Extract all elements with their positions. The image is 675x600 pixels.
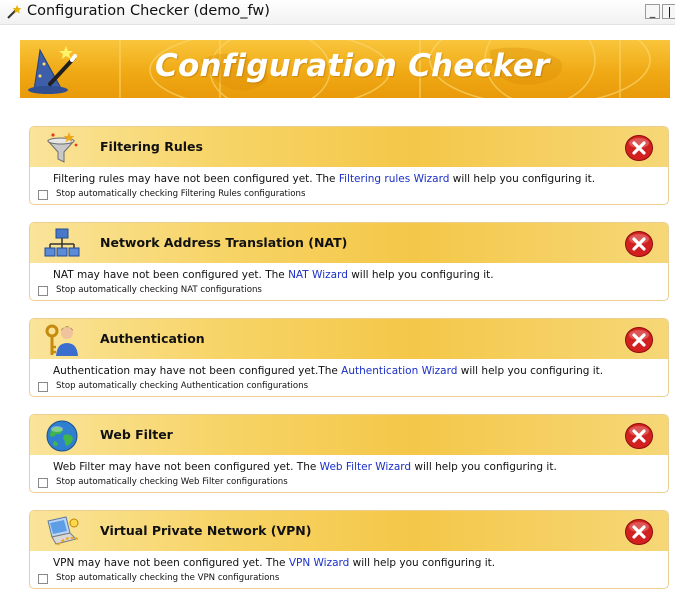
header-banner: Configuration Checker [20,40,670,98]
section-header: Web Filter [30,415,668,455]
section-nat: Network Address Translation (NAT) NAT ma… [29,222,669,301]
stop-checking-checkbox[interactable] [38,574,48,584]
stop-checking-checkbox[interactable] [38,190,48,200]
section-title: Virtual Private Network (VPN) [100,523,312,538]
message-text: Authentication may have not been configu… [53,365,342,377]
section-message: NAT may have not been configured yet. Th… [53,269,494,281]
message-text-end: will help you configuring it. [449,173,596,185]
stop-checking-checkbox[interactable] [38,478,48,488]
section-header: Network Address Translation (NAT) [30,223,668,263]
wizard-wand-icon [7,5,22,19]
globe-icon [46,420,78,452]
section-message: Filtering rules may have not been config… [53,173,595,185]
nat-wizard-link[interactable]: NAT Wizard [288,269,348,281]
message-text: VPN may have not been configured yet. Th… [53,557,289,569]
vpn-wizard-link[interactable]: VPN Wizard [289,557,350,569]
message-text-end: will help you configuring it. [457,365,604,377]
section-web-filter: Web Filter Web Filter may have not been … [29,414,669,493]
banner-title: Configuration Checker [155,48,550,84]
section-header: Authentication [30,319,668,359]
minimize-button[interactable]: _ [645,4,660,19]
vpn-laptop-icon [47,516,79,546]
dismiss-close-icon[interactable] [624,518,654,546]
stop-checking-checkbox[interactable] [38,286,48,296]
web-filter-wizard-link[interactable]: Web Filter Wizard [320,461,411,473]
message-text-end: will help you configuring it. [349,557,496,569]
stop-checking-label[interactable]: Stop automatically checking Authenticati… [56,381,308,391]
section-title: Network Address Translation (NAT) [100,235,348,250]
window-title: Configuration Checker (demo_fw) [27,3,270,19]
authentication-wizard-link[interactable]: Authentication Wizard [341,365,457,377]
dismiss-close-icon[interactable] [624,422,654,450]
stop-checking-label[interactable]: Stop automatically checking NAT configur… [56,285,262,295]
section-title: Authentication [100,331,205,346]
stop-checking-label[interactable]: Stop automatically checking Web Filter c… [56,477,288,487]
message-text: Filtering rules may have not been config… [53,173,339,185]
section-title: Filtering Rules [100,139,203,154]
message-text: Web Filter may have not been configured … [53,461,320,473]
section-vpn: Virtual Private Network (VPN) VPN may ha… [29,510,669,589]
stop-checking-label[interactable]: Stop automatically checking the VPN conf… [56,573,279,583]
maximize-button[interactable]: | [662,4,675,19]
dismiss-close-icon[interactable] [624,230,654,258]
section-message: Authentication may have not been configu… [53,365,603,377]
section-title: Web Filter [100,427,173,442]
key-user-icon [45,324,78,356]
wizard-hat-wand-icon [28,46,77,94]
dismiss-close-icon[interactable] [624,326,654,354]
stop-checking-label[interactable]: Stop automatically checking Filtering Ru… [56,189,305,199]
network-tree-icon [44,228,80,257]
section-message: Web Filter may have not been configured … [53,461,557,473]
message-text-end: will help you configuring it. [347,269,494,281]
stop-checking-checkbox[interactable] [38,382,48,392]
message-text: NAT may have not been configured yet. Th… [53,269,289,281]
dismiss-close-icon[interactable] [624,134,654,162]
section-header: Virtual Private Network (VPN) [30,511,668,551]
message-text-end: will help you configuring it. [411,461,557,473]
window-titlebar: Configuration Checker (demo_fw) _ | [0,0,675,25]
filtering-rules-wizard-link[interactable]: Filtering rules Wizard [339,173,450,185]
section-filtering-rules: Filtering Rules Filtering rules may have… [29,126,669,205]
section-header: Filtering Rules [30,127,668,167]
section-authentication: Authentication Authentication may have n… [29,318,669,397]
funnel-sparkle-icon [46,132,78,163]
section-message: VPN may have not been configured yet. Th… [53,557,495,569]
